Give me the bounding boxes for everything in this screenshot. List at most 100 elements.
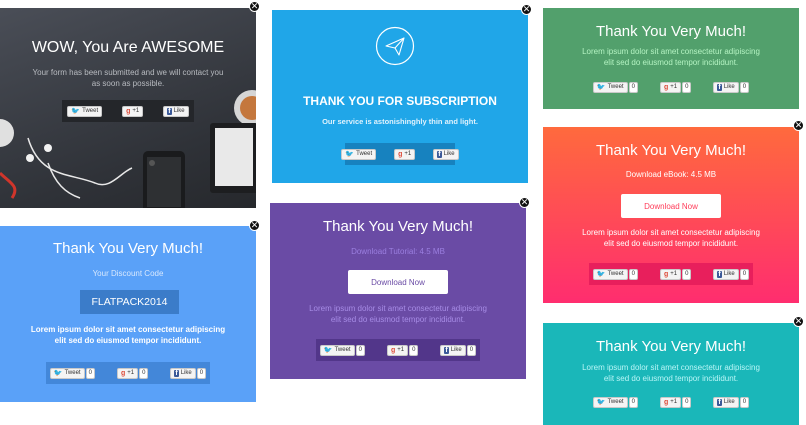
like-group: f Like 0 — [713, 268, 750, 280]
google-plus-button[interactable]: g +1 — [659, 396, 682, 408]
twitter-icon: 🐦 — [596, 271, 606, 278]
close-icon[interactable]: ✕ — [249, 220, 260, 231]
tweet-count: 0 — [355, 344, 365, 356]
google-plus-count: 0 — [682, 268, 692, 280]
google-plus-group: g +1 0 — [386, 344, 419, 356]
discount-label: Your Discount Code — [92, 269, 164, 278]
tweet-group: 🐦 Tweet 0 — [592, 81, 638, 93]
twitter-icon: 🐦 — [596, 399, 606, 406]
google-plus-group: g +1 0 — [659, 81, 692, 93]
card-title: THANK YOU FOR SUBSCRIPTION — [303, 94, 497, 108]
twitter-icon: 🐦 — [596, 84, 606, 91]
tweet-count: 0 — [628, 268, 638, 280]
facebook-like-button[interactable]: f Like — [713, 81, 739, 93]
like-group: f Like 0 — [170, 367, 207, 379]
tweet-group: 🐦 Tweet 0 — [592, 396, 638, 408]
card-description: Lorem ipsum dolor sit amet consectetur a… — [582, 47, 760, 67]
share-bar: 🐦 Tweet 0 g +1 0 f Like 0 — [316, 339, 480, 361]
google-plus-button[interactable]: g +1 — [659, 268, 682, 280]
facebook-icon: f — [444, 346, 449, 354]
google-plus-button[interactable]: g +1 — [122, 105, 144, 117]
tweet-button[interactable]: 🐦 Tweet — [592, 396, 628, 408]
share-bar: 🐦 Tweet 0 g +1 0 f Like 0 — [589, 76, 753, 98]
twitter-icon: 🐦 — [345, 151, 355, 158]
download-now-button[interactable]: Download Now — [621, 194, 721, 218]
like-count: 0 — [196, 367, 207, 379]
like-count: 0 — [739, 81, 750, 93]
google-plus-icon: g — [663, 83, 669, 91]
tweet-button[interactable]: 🐦 Tweet — [319, 344, 355, 356]
card-message: Your form has been submitted and we will… — [32, 68, 224, 88]
twitter-icon: 🐦 — [71, 108, 81, 115]
tweet-button[interactable]: 🐦 Tweet — [67, 105, 103, 117]
facebook-icon: f — [167, 107, 172, 115]
google-plus-button[interactable]: g +1 — [116, 367, 139, 379]
tweet-group: 🐦 Tweet 0 — [49, 367, 95, 379]
tweet-button[interactable]: 🐦 Tweet — [592, 81, 628, 93]
card-message: Our service is astonishinghly thin and l… — [322, 117, 478, 126]
tweet-count: 0 — [628, 396, 638, 408]
facebook-like-button[interactable]: f Like — [163, 105, 189, 117]
facebook-icon: f — [174, 369, 179, 377]
google-plus-icon: g — [120, 369, 126, 377]
facebook-like-button[interactable]: f Like — [713, 268, 739, 280]
share-bar: 🐦 Tweet g +1 f Like — [341, 143, 459, 165]
google-plus-count: 0 — [682, 81, 692, 93]
popup-card-tutorial: Thank You Very Much! Download Tutorial: … — [270, 203, 526, 379]
facebook-icon: f — [717, 83, 722, 91]
discount-code: FLATPACK2014 — [80, 290, 179, 314]
tweet-count: 0 — [628, 81, 638, 93]
share-bar: 🐦 Tweet 0 g +1 0 f Like 0 — [589, 263, 753, 285]
google-plus-group: g +1 0 — [116, 367, 149, 379]
card-title: WOW, You Are AWESOME — [31, 39, 225, 56]
facebook-like-button[interactable]: f Like — [440, 344, 466, 356]
google-plus-count: 0 — [139, 367, 149, 379]
popup-card-discount: Thank You Very Much! Your Discount Code … — [0, 226, 256, 402]
tweet-count: 0 — [85, 367, 95, 379]
facebook-icon: f — [437, 150, 442, 158]
download-label: Download Tutorial: 4.5 MB — [351, 247, 445, 256]
facebook-icon: f — [717, 398, 722, 406]
paper-plane-icon — [375, 26, 415, 66]
close-icon[interactable]: ✕ — [249, 1, 260, 12]
card-title: Thank You Very Much! — [595, 142, 747, 159]
google-plus-icon: g — [398, 150, 403, 158]
tweet-button[interactable]: 🐦 Tweet — [592, 268, 628, 280]
google-plus-group: g +1 0 — [659, 396, 692, 408]
card-description: Lorem ipsum dolor sit amet consectetur a… — [582, 363, 760, 383]
card-description: Lorem ipsum dolor sit amet consectetur a… — [309, 304, 487, 324]
like-group: f Like 0 — [713, 396, 750, 408]
google-plus-button[interactable]: g +1 — [394, 148, 416, 160]
google-plus-icon: g — [663, 270, 669, 278]
like-count: 0 — [466, 344, 477, 356]
card-title: Thank You Very Much! — [595, 23, 747, 40]
facebook-icon: f — [717, 270, 722, 278]
share-bar: 🐦 Tweet 0 g +1 0 f Like 0 — [46, 362, 210, 384]
popup-card-green: Thank You Very Much! Lorem ipsum dolor s… — [543, 8, 799, 109]
google-plus-button[interactable]: g +1 — [386, 344, 409, 356]
close-icon[interactable]: ✕ — [519, 197, 530, 208]
facebook-like-button[interactable]: f Like — [170, 367, 196, 379]
facebook-like-button[interactable]: f Like — [433, 148, 459, 160]
google-plus-icon: g — [390, 346, 396, 354]
close-icon[interactable]: ✕ — [521, 4, 532, 15]
tweet-button[interactable]: 🐦 Tweet — [341, 148, 377, 160]
google-plus-button[interactable]: g +1 — [659, 81, 682, 93]
share-bar: 🐦 Tweet 0 g +1 0 f Like 0 — [589, 391, 753, 413]
popup-card-teal: Thank You Very Much! Lorem ipsum dolor s… — [543, 323, 799, 425]
like-group: f Like 0 — [713, 81, 750, 93]
close-icon[interactable]: ✕ — [793, 316, 804, 327]
like-count: 0 — [739, 268, 750, 280]
card-title: Thank You Very Much! — [322, 218, 474, 235]
google-plus-icon: g — [126, 107, 131, 115]
download-now-button[interactable]: Download Now — [348, 270, 448, 294]
card-title: Thank You Very Much! — [52, 240, 204, 257]
like-group: f Like 0 — [440, 344, 477, 356]
popup-card-ebook: Thank You Very Much! Download eBook: 4.5… — [543, 127, 799, 303]
share-bar: 🐦 Tweet g +1 f Like — [62, 100, 194, 122]
facebook-like-button[interactable]: f Like — [713, 396, 739, 408]
tweet-button[interactable]: 🐦 Tweet — [49, 367, 85, 379]
download-label: Download eBook: 4.5 MB — [625, 170, 717, 179]
close-icon[interactable]: ✕ — [793, 120, 804, 131]
twitter-icon: 🐦 — [323, 347, 333, 354]
